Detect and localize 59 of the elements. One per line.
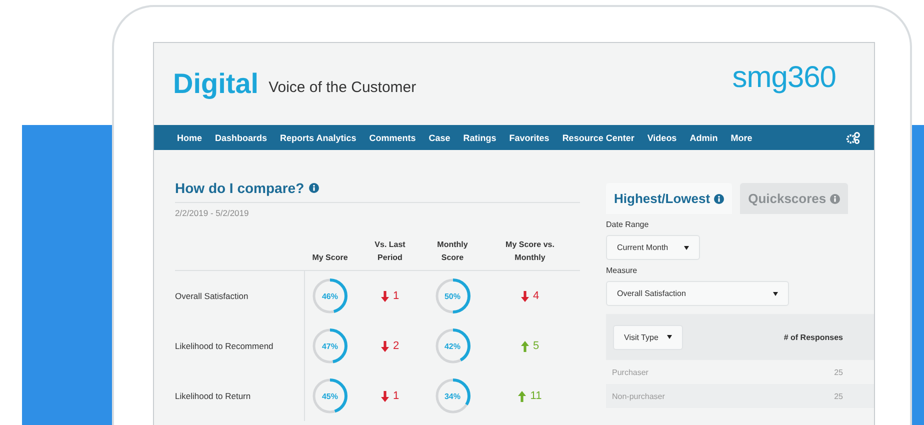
nav-link[interactable]: Comments [369, 132, 416, 142]
column-header: # of Responses [784, 332, 843, 342]
trend-value: 4 [520, 290, 540, 302]
logo: smg360 [732, 61, 836, 95]
score-value: 46% [322, 292, 338, 300]
nav-link[interactable]: Dashboards [215, 132, 268, 142]
trend-value: 2 [380, 340, 400, 352]
score-value: 50% [444, 292, 460, 300]
table-cell: 25 [834, 368, 843, 376]
row-label: Likelihood to Return [175, 371, 305, 421]
score-ring [312, 278, 348, 314]
score-ring [312, 378, 348, 414]
table-cell: Non-purchaser [612, 392, 665, 400]
nav-link[interactable]: Ratings [463, 132, 496, 142]
brand-subtitle: Voice of the Customer [268, 78, 416, 96]
date-range-select[interactable]: Current Month [606, 235, 700, 260]
column-header: My Score [312, 252, 348, 264]
score-ring [312, 328, 348, 364]
tab[interactable]: Highest/Lowest [606, 183, 732, 214]
score-value: 47% [322, 342, 338, 350]
measure-select[interactable]: Overall Satisfaction [606, 281, 789, 306]
date-range-text: 2/2/2019 - 5/2/2019 [175, 208, 250, 218]
visit-type-select[interactable]: Visit Type [613, 324, 683, 350]
caret-icon [684, 246, 689, 250]
nav-link[interactable]: More [730, 132, 752, 142]
score-ring [434, 378, 470, 414]
trend-value: 1 [380, 290, 400, 302]
nav-link[interactable]: Home [177, 132, 202, 142]
column-header: Monthly Score [436, 239, 469, 264]
score-ring [434, 278, 470, 314]
caret-icon [667, 335, 672, 339]
nav-link[interactable]: Reports Analytics [280, 132, 356, 142]
nav-link[interactable]: Favorites [509, 132, 550, 142]
trend-value: 5 [520, 340, 540, 352]
nav-link[interactable]: Case [428, 132, 450, 142]
trend-value: 1 [380, 390, 400, 402]
table-cell: Purchaser [612, 368, 648, 376]
column-header: Vs. Last Period [374, 239, 406, 264]
row-label: Likelihood to Recommend [175, 321, 305, 371]
score-value: 42% [444, 342, 460, 350]
row-label: Overall Satisfaction [175, 271, 305, 321]
score-value: 45% [322, 392, 338, 400]
caret-icon [773, 292, 778, 296]
score-ring [434, 328, 470, 364]
field-label: Date Range [606, 220, 650, 229]
nav-link[interactable]: Admin [690, 132, 718, 142]
score-value: 34% [444, 392, 460, 400]
info-icon [714, 194, 724, 204]
section-title: How do I compare? [175, 180, 304, 196]
settings-icon[interactable] [846, 132, 860, 144]
info-icon [830, 194, 840, 204]
nav-link[interactable]: Resource Center [562, 132, 634, 142]
nav-link[interactable]: Videos [647, 132, 677, 142]
trend-value: 11 [518, 390, 542, 402]
column-header: My Score vs. Monthly [504, 239, 556, 264]
info-icon [309, 183, 320, 193]
field-label: Measure [606, 266, 638, 275]
brand-title: Digital [173, 68, 259, 100]
table-cell: 25 [834, 392, 843, 400]
